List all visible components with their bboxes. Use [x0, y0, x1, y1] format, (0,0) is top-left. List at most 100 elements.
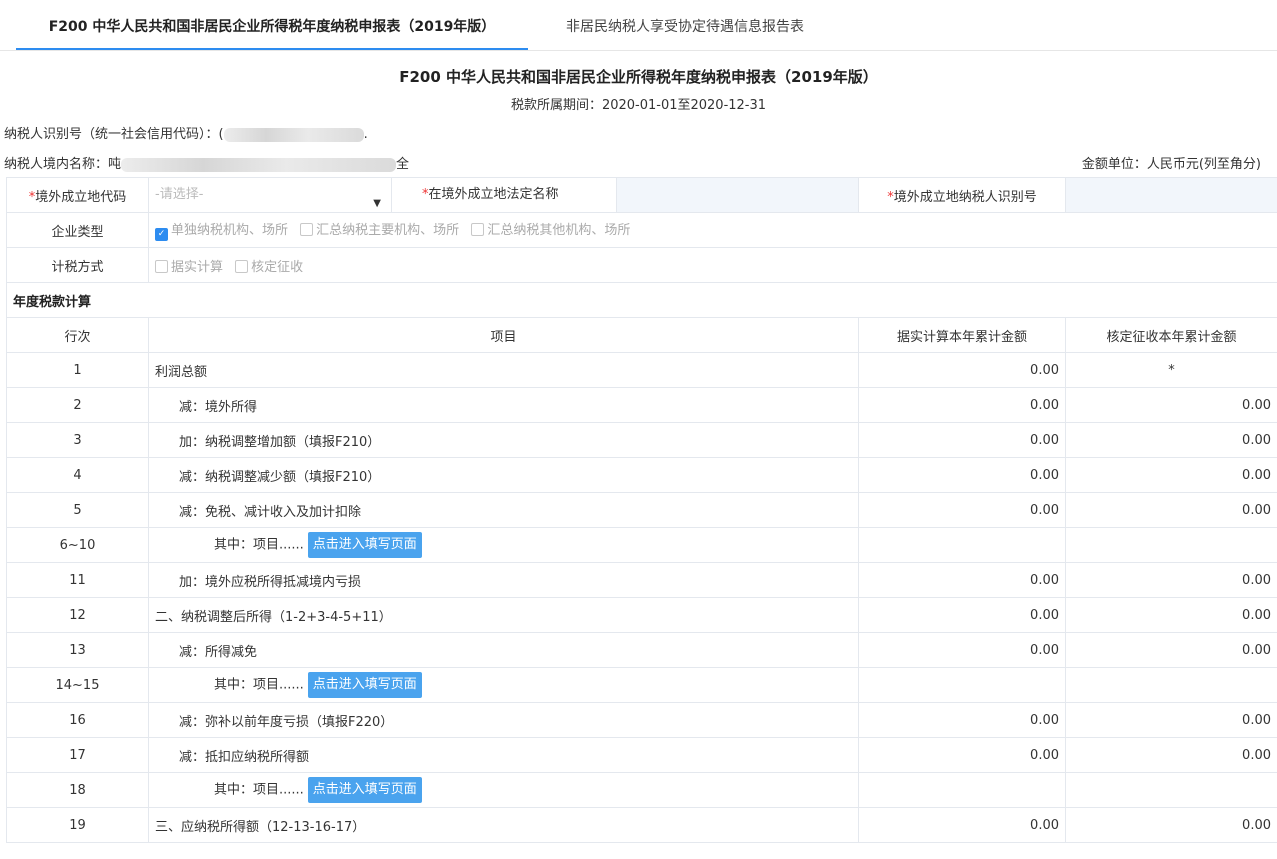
checkbox-checked-icon[interactable]: ✓	[155, 228, 168, 241]
amount-assessed[interactable]: 0.00	[1065, 387, 1277, 423]
table-row: 4 减：纳税调整减少额（填报F210） 0.00 0.00	[6, 457, 1277, 493]
row-item-label: 其中：项目......	[214, 537, 304, 553]
table-row: 12 二、纳税调整后所得（1-2+3-4-5+11） 0.00 0.00	[6, 597, 1277, 633]
amount-assessed[interactable]: 0.00	[1065, 737, 1277, 773]
redacted-taxpayer-id	[223, 127, 364, 142]
tab-bar: F200 中华人民共和国非居民企业所得税年度纳税申报表（2019年版） 非居民纳…	[0, 0, 1277, 51]
amount-actual[interactable]: 0.00	[858, 492, 1066, 528]
foreign-code-label-cell: *境外成立地代码	[6, 177, 149, 213]
amount-actual[interactable]: 0.00	[858, 702, 1066, 738]
amount-actual[interactable]	[858, 527, 1066, 563]
row-number: 19	[6, 807, 149, 843]
table-row: 14~15 其中：项目...... 点击进入填写页面	[6, 667, 1277, 703]
enterprise-option-1[interactable]: 单独纳税机构、场所	[171, 223, 288, 238]
foreign-info-row: *境外成立地代码 -请选择- ▼ *在境外成立地法定名称 *境外成立地纳税人识别号	[6, 177, 1277, 213]
col-header-actual: 据实计算本年累计金额	[858, 317, 1066, 353]
amount-assessed[interactable]: 0.00	[1065, 597, 1277, 633]
row-number: 4	[6, 457, 149, 493]
col-header-item: 项目	[148, 317, 859, 353]
enterprise-option-3[interactable]: 汇总纳税其他机构、场所	[487, 223, 630, 238]
row-number: 1	[6, 352, 149, 388]
enterprise-option-2[interactable]: 汇总纳税主要机构、场所	[316, 223, 459, 238]
amount-actual[interactable]: 0.00	[858, 632, 1066, 668]
amount-actual[interactable]: 0.00	[858, 387, 1066, 423]
amount-actual[interactable]	[858, 772, 1066, 808]
amount-actual[interactable]: 0.00	[858, 737, 1066, 773]
row-item-label: 加：境外应税所得抵减境内亏损	[179, 574, 362, 590]
amount-assessed[interactable]: *	[1065, 352, 1277, 388]
method-option-assessed[interactable]: 核定征收	[251, 260, 303, 275]
form-title: F200 中华人民共和国非居民企业所得税年度纳税申报表（2019年版）	[399, 68, 878, 86]
checkbox-icon[interactable]	[155, 259, 168, 273]
checkbox-icon[interactable]	[300, 223, 314, 236]
row-item-label: 加：纳税调整增加额（填报F210）	[179, 434, 381, 450]
table-row: 16 减：弥补以前年度亏损（填报F220） 0.00 0.00	[6, 702, 1277, 738]
fill-page-button[interactable]: 点击进入填写页面	[307, 672, 422, 698]
amount-assessed[interactable]: 0.00	[1065, 632, 1277, 668]
taxpayer-id-prefix: (	[218, 127, 224, 142]
row-item-label: 利润总额	[155, 364, 208, 380]
row-item-label: 二、纳税调整后所得（1-2+3-4-5+11）	[155, 609, 392, 625]
method-option-actual[interactable]: 据实计算	[171, 260, 223, 275]
amount-actual[interactable]: 0.00	[858, 422, 1066, 458]
enterprise-type-label: 企业类型	[6, 212, 149, 248]
checkbox-icon[interactable]	[235, 259, 249, 273]
amount-actual[interactable]: 0.00	[858, 807, 1066, 843]
enterprise-type-row: 企业类型 ✓ 单独纳税机构、场所 汇总纳税主要机构、场所 汇总纳税其他机构、场所	[6, 212, 1277, 248]
taxpayer-id-suffix: .	[363, 127, 368, 142]
row-item: 二、纳税调整后所得（1-2+3-4-5+11）	[148, 597, 859, 633]
foreign-fields-cell: -请选择- ▼ *在境外成立地法定名称	[148, 177, 859, 213]
tax-period: 税款所属期间：2020-01-01至2020-12-31	[510, 98, 767, 113]
legal-name-input[interactable]	[617, 178, 858, 212]
foreign-code-select[interactable]: -请选择- ▼	[150, 178, 392, 212]
row-item: 减：纳税调整减少额（填报F210）	[148, 457, 859, 493]
amount-assessed[interactable]: 0.00	[1065, 702, 1277, 738]
row-item-label: 三、应纳税所得额（12-13-16-17）	[155, 819, 366, 835]
row-number: 2	[6, 387, 149, 423]
row-item-label: 其中：项目......	[214, 782, 304, 798]
row-item: 加：纳税调整增加额（填报F210）	[148, 422, 859, 458]
row-item: 三、应纳税所得额（12-13-16-17）	[148, 807, 859, 843]
amount-assessed[interactable]	[1065, 527, 1277, 563]
row-item-label: 减：免税、减计收入及加计扣除	[179, 504, 362, 520]
amount-assessed[interactable]: 0.00	[1065, 457, 1277, 493]
col-header-assessed: 核定征收本年累计金额	[1065, 317, 1277, 353]
tab-f200-return[interactable]: F200 中华人民共和国非居民企业所得税年度纳税申报表（2019年版）	[16, 0, 528, 50]
amount-assessed[interactable]	[1065, 772, 1277, 808]
row-item: 加：境外应税所得抵减境内亏损	[148, 562, 859, 598]
amount-actual[interactable]	[858, 667, 1066, 703]
foreign-taxid-input[interactable]	[1065, 177, 1277, 213]
table-row: 19 三、应纳税所得额（12-13-16-17） 0.00 0.00	[6, 807, 1277, 843]
amount-actual[interactable]: 0.00	[858, 562, 1066, 598]
enterprise-type-options: ✓ 单独纳税机构、场所 汇总纳税主要机构、场所 汇总纳税其他机构、场所	[148, 212, 1277, 248]
taxpayer-name-line: 纳税人境内名称：吨 全 金额单位：人民币元(列至角分)	[0, 153, 1277, 177]
tax-method-options: 据实计算 核定征收	[148, 247, 1277, 283]
taxpayer-name-prefix: 吨	[108, 157, 122, 172]
amount-assessed[interactable]	[1065, 667, 1277, 703]
tab-treaty-report[interactable]: 非居民纳税人享受协定待遇信息报告表	[566, 0, 804, 50]
amount-assessed[interactable]: 0.00	[1065, 562, 1277, 598]
row-item-label: 减：境外所得	[179, 399, 258, 415]
checkbox-icon[interactable]	[471, 223, 485, 236]
foreign-taxid-label: 境外成立地纳税人识别号	[893, 189, 1037, 205]
amount-actual[interactable]: 0.00	[858, 352, 1066, 388]
return-table: *境外成立地代码 -请选择- ▼ *在境外成立地法定名称 *境外成立地纳税人识别号…	[6, 177, 1277, 843]
row-item: 减：弥补以前年度亏损（填报F220）	[148, 702, 859, 738]
amount-assessed[interactable]: 0.00	[1065, 422, 1277, 458]
fill-page-button[interactable]: 点击进入填写页面	[307, 532, 422, 558]
legal-name-label-cell: *在境外成立地法定名称	[392, 178, 617, 212]
amount-actual[interactable]: 0.00	[858, 597, 1066, 633]
amount-actual[interactable]: 0.00	[858, 457, 1066, 493]
amount-assessed[interactable]: 0.00	[1065, 492, 1277, 528]
redacted-taxpayer-name	[121, 157, 397, 172]
table-row: 6~10 其中：项目...... 点击进入填写页面	[6, 527, 1277, 563]
table-body: 1 利润总额 0.00 * 2 减：境外所得 0.00 0.00 3 加：纳税调整增加额（填报F2…	[6, 352, 1277, 843]
fill-page-button[interactable]: 点击进入填写页面	[307, 777, 422, 803]
tax-method-row: 计税方式 据实计算 核定征收	[6, 247, 1277, 283]
taxpayer-name-label: 纳税人境内名称：	[4, 157, 109, 172]
taxpayer-id-line: 纳税人识别号（统一社会信用代码）：(.	[0, 123, 1277, 147]
row-item-label: 其中：项目......	[214, 677, 304, 693]
amount-assessed[interactable]: 0.00	[1065, 807, 1277, 843]
table-row: 5 减：免税、减计收入及加计扣除 0.00 0.00	[6, 492, 1277, 528]
row-item-label: 减：所得减免	[179, 644, 258, 660]
